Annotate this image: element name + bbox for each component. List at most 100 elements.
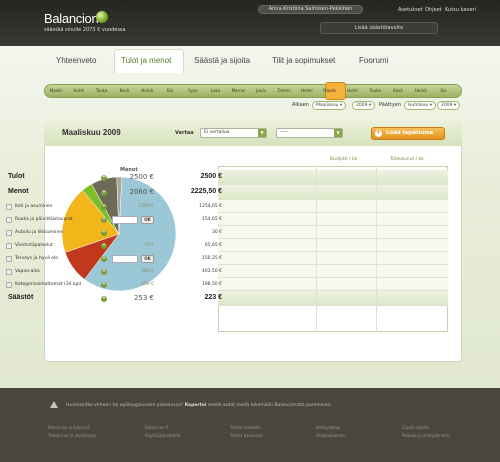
settings-link[interactable]: Asetukset — [398, 7, 423, 13]
budget-input[interactable] — [112, 254, 138, 263]
footer-link[interactable]: Löydä ohjeita — [402, 425, 429, 430]
row-label[interactable]: Viestintäpalvelut — [15, 243, 53, 248]
month-12[interactable]: Maalis — [320, 88, 340, 93]
month-1[interactable]: Huhti — [69, 88, 89, 93]
month-14[interactable]: Touko — [365, 88, 385, 93]
add-icon[interactable]: + — [101, 216, 107, 223]
month-17[interactable]: Elo — [434, 88, 454, 93]
footer-link[interactable]: Käyttöjärjestelmä — [145, 433, 180, 438]
start-label: Alkaen — [292, 102, 309, 108]
plus-icon: + — [375, 129, 382, 137]
row-label[interactable]: Ruoka ja päivittäistavarat — [15, 217, 73, 222]
month-9[interactable]: Joulu — [251, 88, 271, 93]
chevron-down-icon: ▼ — [258, 129, 266, 137]
add-event-button[interactable]: Lisää tapahtuma — [371, 127, 445, 140]
row-actual: 1254,65 € — [199, 203, 222, 209]
end-month-select[interactable]: Huhtikuu ▾ — [404, 101, 436, 110]
table-row — [218, 239, 448, 252]
category-icon — [6, 216, 12, 223]
month-2[interactable]: Touko — [92, 88, 112, 93]
footer-link[interactable]: Palaute ja yhteydenotto — [402, 433, 450, 438]
row-budget: 2060 € — [129, 187, 155, 196]
footer-link[interactable]: Tietoa medialle — [230, 425, 261, 430]
month-6[interactable]: Syys — [183, 88, 203, 93]
row-actual: 198,50 € — [201, 281, 222, 287]
row-label[interactable]: Autoilu ja liikkuminen — [15, 230, 63, 235]
category-icon — [6, 229, 12, 236]
add-icon[interactable]: + — [101, 295, 107, 302]
budget-input[interactable] — [112, 215, 138, 224]
row-label[interactable]: Koti ja asuminen — [15, 204, 52, 209]
row-actual: 2500 € — [200, 172, 222, 180]
add-icon[interactable]: + — [101, 229, 107, 236]
month-15[interactable]: Kesä — [388, 88, 408, 93]
row-actual: 403,50 € — [201, 268, 222, 274]
user-name[interactable]: Anna-Kristiina Salmisen-Pekkinen — [258, 5, 363, 14]
add-icon[interactable]: + — [101, 281, 107, 288]
month-0[interactable]: Maalis — [46, 88, 66, 93]
add-icon[interactable]: + — [101, 174, 107, 181]
table-row — [218, 170, 448, 185]
compare-select[interactable]: Ei vertailua ▼ — [200, 128, 267, 138]
logo-ball-icon — [96, 11, 108, 23]
category-icon — [6, 203, 12, 210]
row-budget: 1390 € — [138, 203, 154, 209]
table-row — [218, 200, 448, 213]
add-goal-button[interactable]: Lisää säästötavoite — [320, 22, 438, 34]
add-icon[interactable]: + — [101, 203, 107, 210]
invite-link[interactable]: Kutsu kaveri — [445, 7, 476, 13]
report-link[interactable]: Raportoi — [185, 403, 207, 408]
row-label: Tulot — [8, 172, 25, 180]
month-4[interactable]: Heinä — [137, 88, 157, 93]
row-budget: 253 € — [133, 293, 154, 302]
chevron-down-icon: ▼ — [334, 129, 342, 137]
table-row — [218, 291, 448, 306]
row-budget: 70 € — [143, 242, 154, 248]
tab-income-expenses[interactable]: Tulot ja menot — [121, 56, 171, 65]
month-7[interactable]: Loka — [206, 88, 226, 93]
logo[interactable]: Balancion — [44, 11, 99, 26]
footer-link[interactable]: Balancion yrityksenä — [48, 425, 90, 430]
help-link[interactable]: Ohjeet — [425, 7, 442, 13]
footer-link[interactable]: Tietoturva ja yksityisyys — [48, 433, 96, 438]
row-label[interactable]: Terveys ja hyvä olo — [15, 256, 58, 261]
footer-link[interactable]: Kehitysblogi — [316, 425, 340, 430]
add-icon[interactable]: + — [101, 268, 107, 275]
row-actual: 30 € — [211, 229, 222, 235]
end-year-select[interactable]: 2009 ▾ — [437, 101, 461, 110]
row-actual: 223 € — [204, 293, 222, 301]
expenses-pie-chart — [61, 176, 177, 292]
footer-link[interactable]: Tietoa pankeista — [230, 433, 263, 438]
category-icon — [6, 281, 12, 288]
table-row — [218, 278, 448, 291]
row-budget: 400 € — [141, 268, 154, 274]
tab-accounts[interactable]: Tilit ja sopimukset — [272, 56, 335, 65]
start-month-select[interactable]: Maaliskuu ▾ — [312, 101, 347, 110]
add-icon[interactable]: + — [101, 242, 107, 249]
compare-select-2[interactable]: ----- ▼ — [276, 128, 343, 138]
column-divider — [316, 166, 317, 332]
row-actual: 2225,50 € — [190, 187, 222, 195]
tab-save-invest[interactable]: Säästä ja sijoita — [194, 56, 250, 65]
add-icon[interactable]: + — [101, 189, 107, 196]
add-icon[interactable]: + — [101, 255, 107, 262]
row-label[interactable]: Kategorisoimattomat (34 kpl) — [15, 282, 81, 287]
footer-link[interactable]: Asiakaspalvelu — [316, 433, 346, 438]
month-10[interactable]: Tammi — [274, 88, 294, 93]
month-13[interactable]: Huhti — [342, 88, 362, 93]
ok-button[interactable]: OK — [141, 254, 154, 263]
col-actual-header: Toteutunut / kk — [390, 157, 424, 162]
ok-button[interactable]: OK — [141, 215, 154, 224]
month-11[interactable]: Helmi — [297, 88, 317, 93]
month-8[interactable]: Marras — [228, 88, 248, 93]
month-16[interactable]: Heinä — [411, 88, 431, 93]
footer-link[interactable]: Balancion.fi — [145, 425, 168, 430]
tab-forum[interactable]: Foorumi — [359, 56, 388, 65]
start-year-select[interactable]: 2009 ▾ — [352, 101, 376, 110]
month-5[interactable]: Elo — [160, 88, 180, 93]
month-3[interactable]: Kesä — [114, 88, 134, 93]
row-label[interactable]: Vapaa-aika — [15, 269, 40, 274]
row-budget: 200 € — [141, 281, 154, 287]
tab-summary[interactable]: Yhteenveto — [56, 56, 96, 65]
col-budget-header: Budjetti / kk — [330, 157, 358, 162]
